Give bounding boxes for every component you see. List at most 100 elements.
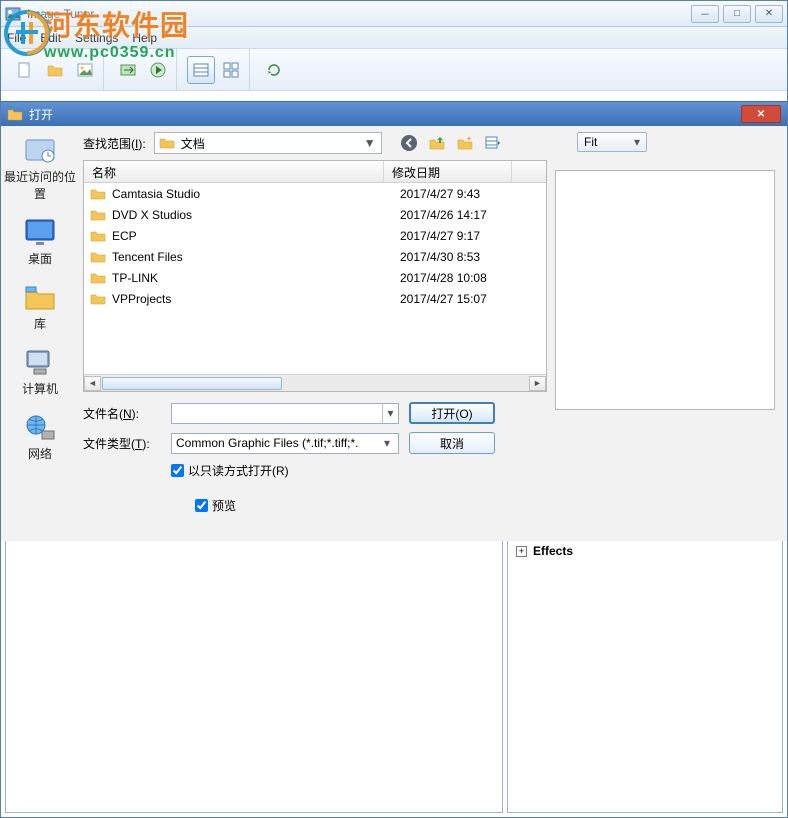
preview-pane: [5, 537, 503, 813]
filename-field[interactable]: [176, 405, 382, 422]
file-date: 2017/4/27 15:07: [400, 292, 528, 306]
column-name[interactable]: 名称: [84, 161, 384, 182]
lookin-value: 文档: [181, 135, 357, 152]
menu-file[interactable]: File: [7, 31, 26, 45]
readonly-checkbox[interactable]: [171, 464, 184, 477]
fit-combo[interactable]: Fit ▾: [577, 132, 647, 152]
chevron-down-icon: ▾: [380, 436, 394, 450]
file-date: 2017/4/30 8:53: [400, 250, 528, 264]
preview-blank-pane: [555, 170, 775, 410]
place-desktop-label: 桌面: [28, 250, 52, 267]
filetype-label: 文件类型(T):: [83, 435, 161, 452]
preview-checkbox[interactable]: [195, 499, 208, 512]
cancel-button[interactable]: 取消: [409, 432, 495, 454]
convert-button[interactable]: [114, 56, 142, 84]
chevron-down-icon: ▼: [363, 133, 377, 153]
folder-icon: [90, 249, 106, 265]
folder-icon: [90, 270, 106, 286]
scroll-thumb[interactable]: [102, 377, 282, 390]
place-libraries[interactable]: 库: [1, 281, 79, 332]
place-desktop[interactable]: 桌面: [1, 216, 79, 267]
file-row[interactable]: DVD X Studios2017/4/26 14:17: [84, 204, 546, 225]
place-recent[interactable]: 最近访问的位置: [1, 134, 79, 202]
view-menu-button[interactable]: [484, 134, 502, 152]
open-dialog: 打开 ✕ 最近访问的位置 桌面 库 计算机 网络: [1, 101, 787, 541]
filetype-combo[interactable]: Common Graphic Files (*.tif;*.tiff;*. ▾: [171, 433, 399, 454]
place-computer[interactable]: 计算机: [1, 346, 79, 397]
folder-icon: [90, 291, 106, 307]
window-controls: － □ ✕: [691, 5, 783, 23]
folder-icon: [90, 207, 106, 223]
file-name: ECP: [112, 229, 400, 243]
up-button[interactable]: [428, 134, 446, 152]
file-row[interactable]: Tencent Files2017/4/30 8:53: [84, 246, 546, 267]
expand-icon[interactable]: +: [516, 546, 527, 557]
open-button[interactable]: 打开(O): [409, 402, 495, 424]
chevron-down-icon[interactable]: ▾: [382, 404, 398, 423]
readonly-checkbox-row[interactable]: 以只读方式打开(R): [171, 462, 289, 479]
close-button[interactable]: ✕: [755, 5, 783, 23]
open-dialog-icon: [7, 106, 23, 122]
file-list: 名称 修改日期 Camtasia Studio2017/4/27 9:43DVD…: [83, 160, 547, 392]
preview-label: 预览: [212, 497, 236, 514]
lookin-combo[interactable]: 文档 ▼: [154, 132, 382, 154]
computer-icon: [22, 346, 58, 378]
file-date: 2017/4/27 9:43: [400, 187, 528, 201]
lower-panes: + Effects: [1, 531, 787, 817]
fit-value: Fit: [584, 135, 634, 149]
filename-label: 文件名(N):: [83, 405, 161, 422]
scroll-left-button[interactable]: ◄: [84, 376, 101, 391]
place-network[interactable]: 网络: [1, 411, 79, 462]
back-button[interactable]: [400, 134, 418, 152]
folder-icon: [90, 228, 106, 244]
file-row[interactable]: VPProjects2017/4/27 15:07: [84, 288, 546, 309]
file-name: DVD X Studios: [112, 208, 400, 222]
lookin-label: 查找范围(I):: [83, 135, 146, 152]
open-button[interactable]: [41, 56, 69, 84]
column-rest[interactable]: [512, 161, 546, 182]
place-recent-label: 最近访问的位置: [1, 168, 79, 202]
preview-checkbox-row[interactable]: 预览: [195, 497, 547, 514]
horizontal-scrollbar[interactable]: ◄ ►: [84, 374, 546, 391]
app-icon: [5, 6, 21, 22]
effects-header[interactable]: + Effects: [516, 544, 774, 558]
file-list-rows: Camtasia Studio2017/4/27 9:43DVD X Studi…: [84, 183, 546, 374]
effects-pane: + Effects: [507, 537, 783, 813]
menu-help[interactable]: Help: [132, 31, 157, 45]
titlebar: Image Tuner － □ ✕: [1, 1, 787, 27]
open-dialog-titlebar: 打开 ✕: [1, 102, 787, 126]
recent-icon: [22, 134, 58, 166]
scroll-track[interactable]: [101, 376, 529, 391]
minimize-button[interactable]: －: [691, 5, 719, 23]
effects-title: Effects: [533, 544, 573, 558]
file-date: 2017/4/27 9:17: [400, 229, 528, 243]
open-dialog-right: Fit ▾: [555, 126, 787, 541]
open-dialog-close-button[interactable]: ✕: [741, 105, 781, 123]
file-row[interactable]: TP-LINK2017/4/28 10:08: [84, 267, 546, 288]
menu-edit[interactable]: Edit: [40, 31, 61, 45]
file-name: Tencent Files: [112, 250, 400, 264]
column-date[interactable]: 修改日期: [384, 161, 512, 182]
toolbar: [1, 49, 787, 91]
file-date: 2017/4/26 14:17: [400, 208, 528, 222]
view-list-button[interactable]: [187, 56, 215, 84]
file-name: Camtasia Studio: [112, 187, 400, 201]
readonly-label: 以只读方式打开(R): [188, 462, 289, 479]
file-row[interactable]: ECP2017/4/27 9:17: [84, 225, 546, 246]
menu-settings[interactable]: Settings: [75, 31, 118, 45]
open-dialog-title: 打开: [29, 106, 741, 123]
view-grid-button[interactable]: [217, 56, 245, 84]
refresh-button[interactable]: [260, 56, 288, 84]
chevron-down-icon: ▾: [634, 135, 640, 149]
place-libraries-label: 库: [34, 315, 46, 332]
filename-input[interactable]: ▾: [171, 403, 399, 424]
filetype-value: Common Graphic Files (*.tif;*.tiff;*.: [176, 436, 380, 450]
new-folder-button[interactable]: [456, 134, 474, 152]
scroll-right-button[interactable]: ►: [529, 376, 546, 391]
file-name: TP-LINK: [112, 271, 400, 285]
new-button[interactable]: [11, 56, 39, 84]
maximize-button[interactable]: □: [723, 5, 751, 23]
run-button[interactable]: [144, 56, 172, 84]
file-row[interactable]: Camtasia Studio2017/4/27 9:43: [84, 183, 546, 204]
image-button[interactable]: [71, 56, 99, 84]
